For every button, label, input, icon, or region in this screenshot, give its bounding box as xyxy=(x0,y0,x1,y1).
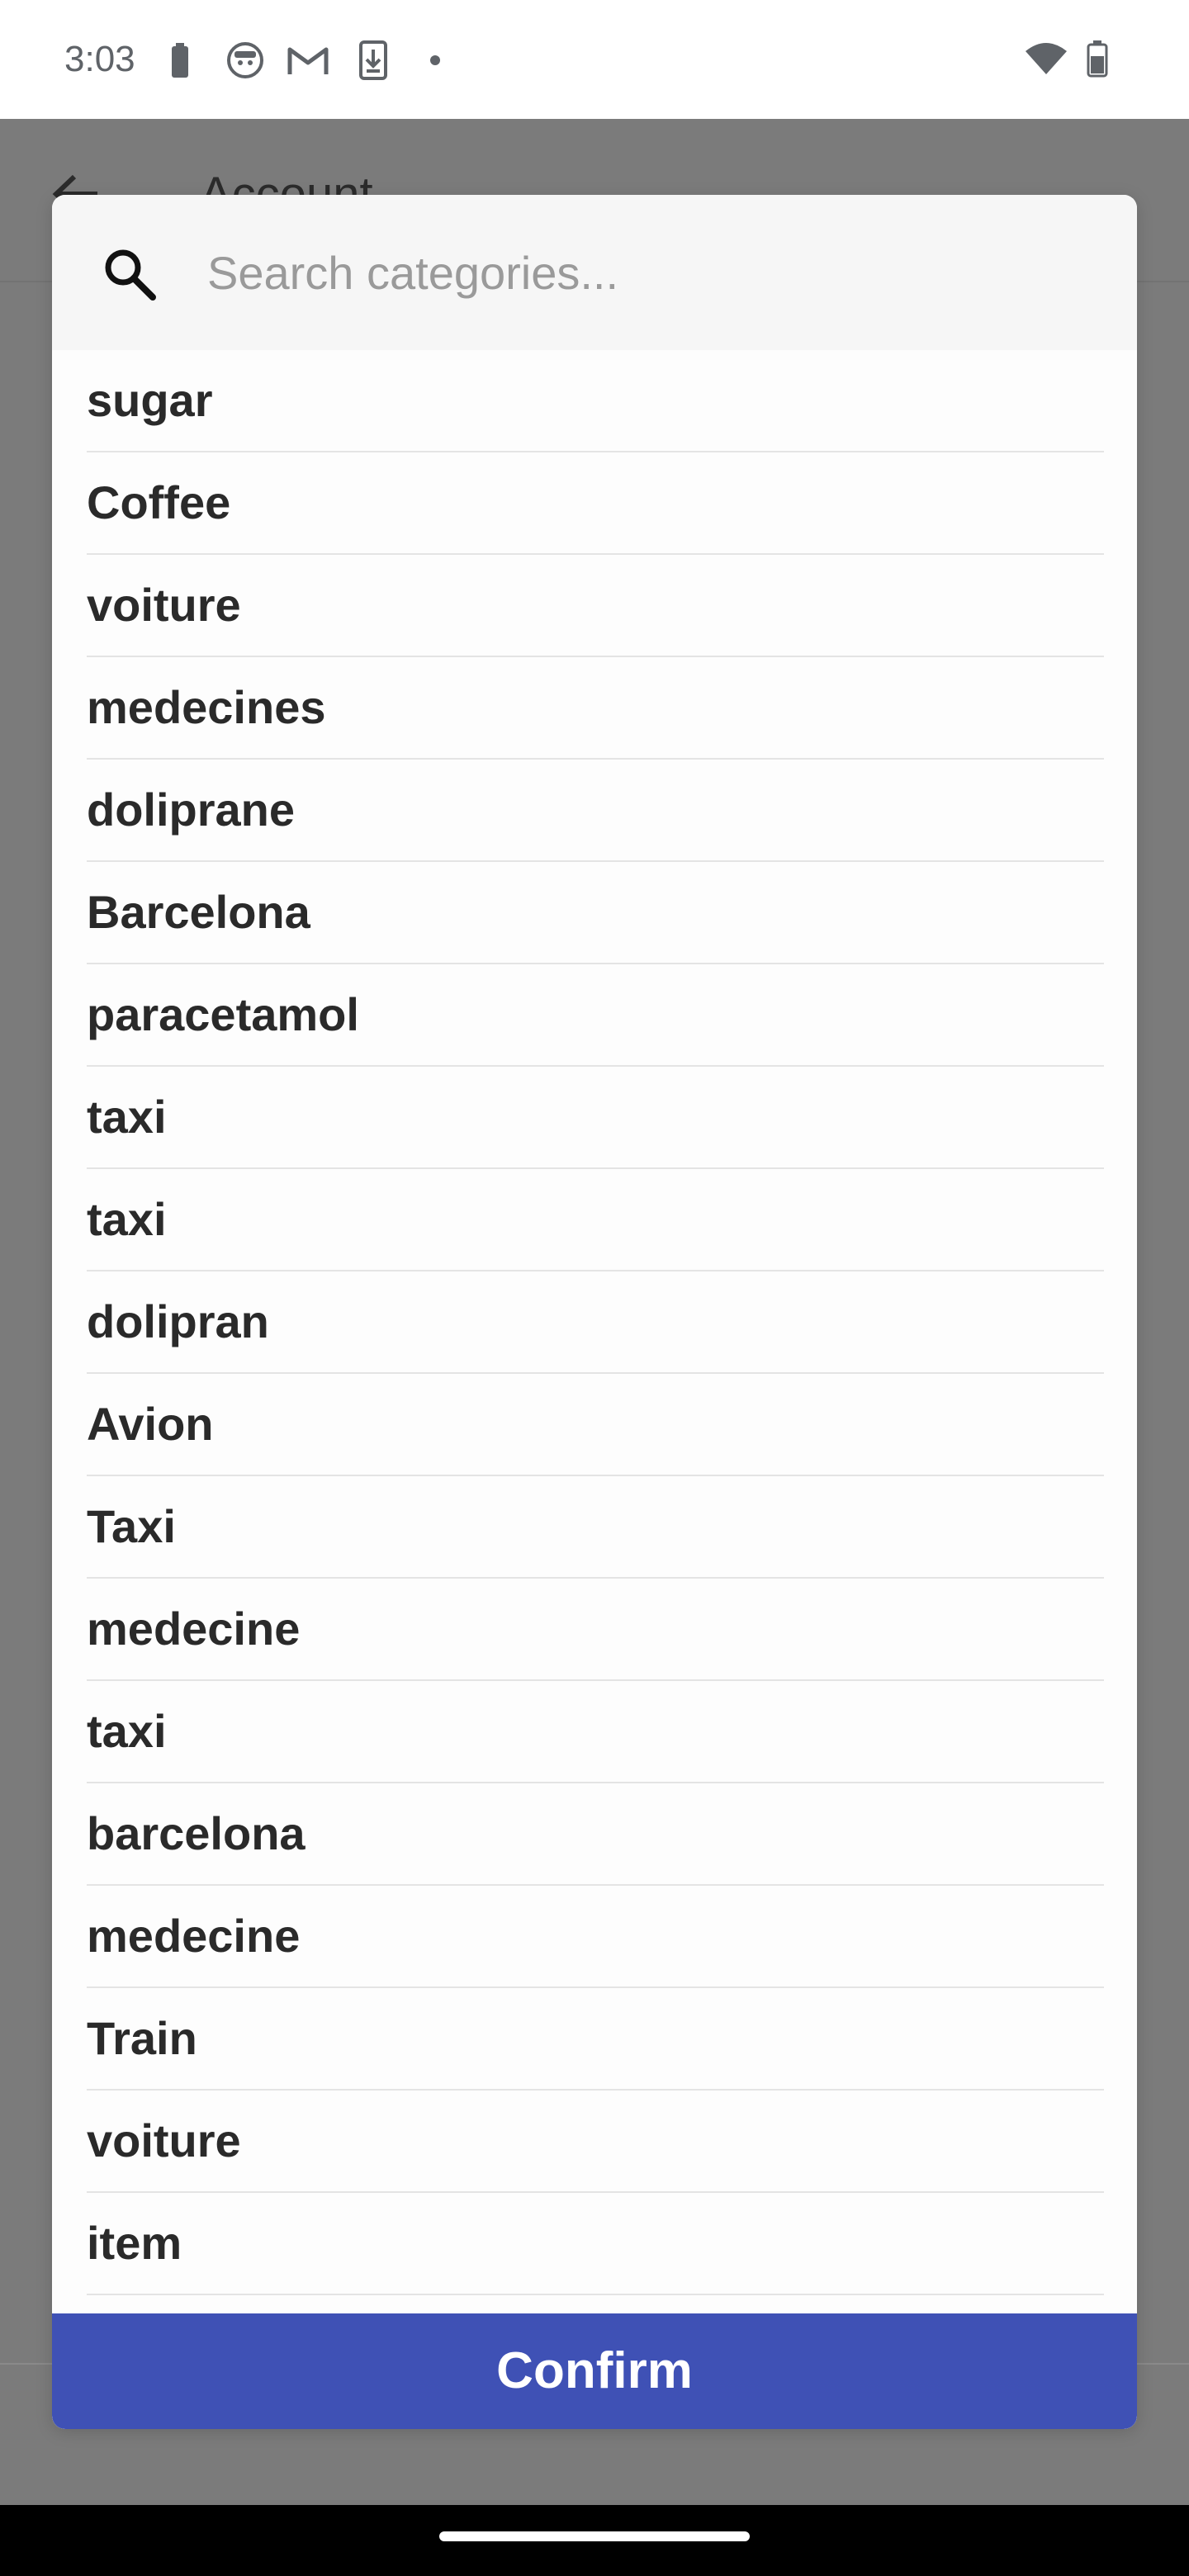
list-item[interactable]: sugar xyxy=(87,350,1104,452)
status-time: 3:03 xyxy=(64,39,135,79)
battery-icon xyxy=(1087,40,1108,82)
confirm-button[interactable]: Confirm xyxy=(52,2313,1137,2429)
list-item[interactable]: Taxi xyxy=(87,1476,1104,1579)
list-item[interactable]: Avion xyxy=(87,1374,1104,1476)
list-item[interactable]: medecines xyxy=(87,657,1104,760)
list-item[interactable]: voiture xyxy=(87,2091,1104,2193)
list-item[interactable]: dolipran xyxy=(87,1271,1104,1374)
list-item[interactable]: barcelona xyxy=(87,1783,1104,1886)
list-item[interactable]: Coffee xyxy=(87,452,1104,555)
app-face-icon xyxy=(226,41,264,83)
battery-saver-icon xyxy=(170,43,190,83)
list-item[interactable]: doliprane xyxy=(87,760,1104,862)
category-picker-dialog: sugar Coffee voiture medecines doliprane… xyxy=(52,195,1137,2429)
download-icon xyxy=(358,40,388,85)
list-item[interactable]: medecine xyxy=(87,1886,1104,1988)
home-indicator[interactable] xyxy=(439,2531,750,2541)
dot-icon xyxy=(429,54,441,70)
list-item[interactable]: taxi xyxy=(87,1067,1104,1169)
search-icon xyxy=(100,244,158,302)
category-list[interactable]: sugar Coffee voiture medecines doliprane… xyxy=(87,350,1104,2429)
status-bar: 3:03 xyxy=(0,0,1189,119)
search-bar xyxy=(52,195,1137,350)
wifi-icon xyxy=(1024,41,1068,80)
list-item[interactable]: item xyxy=(87,2193,1104,2295)
list-item[interactable]: Barcelona xyxy=(87,862,1104,964)
gmail-icon xyxy=(287,45,329,80)
list-item[interactable]: taxi xyxy=(87,1169,1104,1271)
list-item[interactable]: paracetamol xyxy=(87,964,1104,1067)
search-input[interactable] xyxy=(207,234,1099,310)
list-item[interactable]: voiture xyxy=(87,555,1104,657)
list-item[interactable]: Train xyxy=(87,1988,1104,2091)
list-item[interactable]: taxi xyxy=(87,1681,1104,1783)
list-item[interactable]: medecine xyxy=(87,1579,1104,1681)
